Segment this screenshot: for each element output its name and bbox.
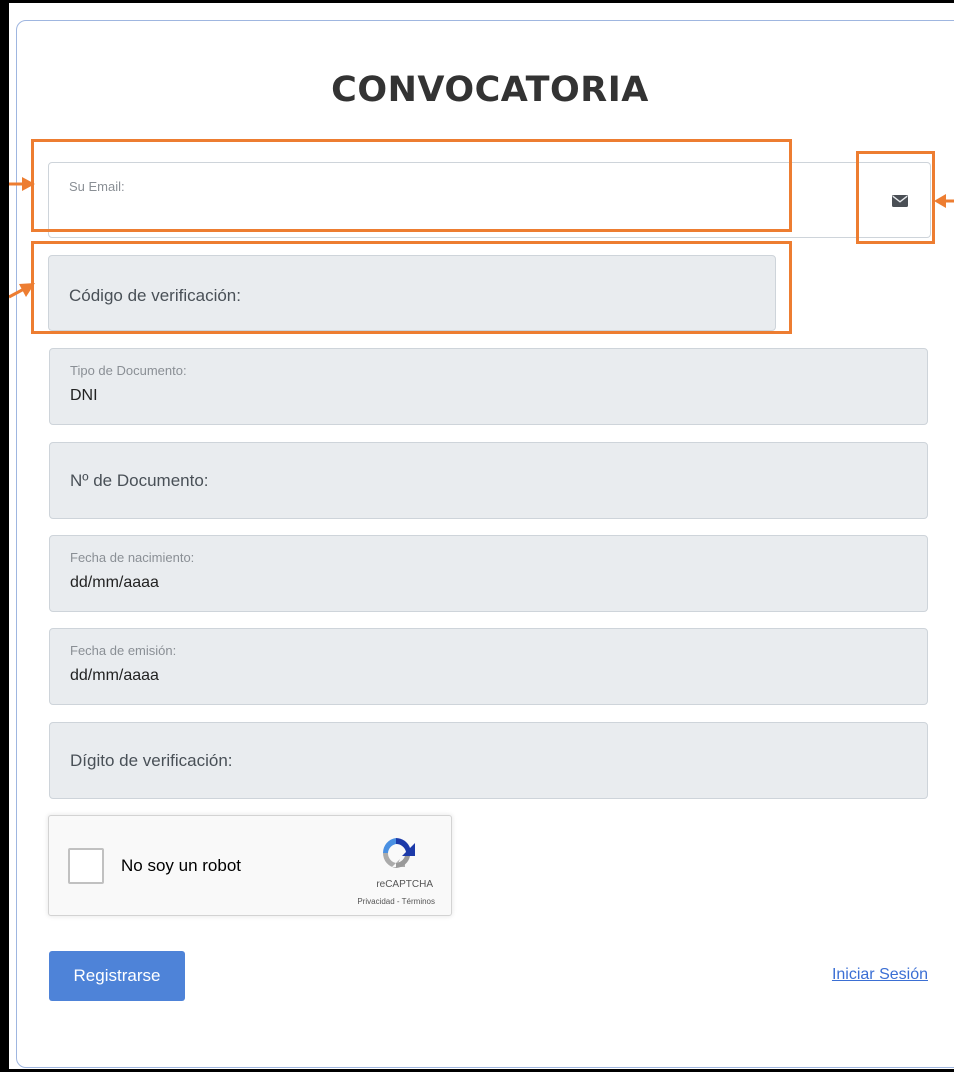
annotation-arrow-email-button <box>934 194 954 208</box>
document-type-select[interactable]: Tipo de Documento: DNI <box>49 348 928 425</box>
annotation-box-email <box>31 139 792 232</box>
annotation-box-verification-code <box>31 241 792 334</box>
screenshot-frame-left <box>0 0 9 1072</box>
recaptcha-checkbox[interactable] <box>68 848 104 884</box>
annotation-arrow-email <box>9 177 35 191</box>
page-title: CONVOCATORIA <box>331 70 649 110</box>
birth-date-value: dd/mm/aaaa <box>70 574 159 591</box>
recaptcha-label: No soy un robot <box>121 856 242 875</box>
annotation-box-email-button <box>856 151 935 244</box>
birth-date-label: Fecha de nacimiento: <box>70 550 195 565</box>
register-button[interactable]: Registrarse <box>49 951 185 1001</box>
issue-date-field[interactable]: Fecha de emisión: dd/mm/aaaa <box>49 628 928 705</box>
annotation-arrow-verification <box>9 283 35 299</box>
issue-date-label: Fecha de emisión: <box>70 643 177 658</box>
document-number-placeholder: Nº de Documento: <box>70 471 209 490</box>
document-type-value: DNI <box>70 387 98 404</box>
login-link[interactable]: Iniciar Sesión <box>832 966 928 984</box>
recaptcha-links[interactable]: Privacidad - Términos <box>357 897 435 906</box>
issue-date-value: dd/mm/aaaa <box>70 667 159 684</box>
screenshot-frame-top <box>0 0 954 3</box>
recaptcha-widget: No soy un robot reCAPTCHA Privacidad - T… <box>48 815 452 916</box>
birth-date-field[interactable]: Fecha de nacimiento: dd/mm/aaaa <box>49 535 928 612</box>
check-digit-placeholder: Dígito de verificación: <box>70 751 233 770</box>
check-digit-field[interactable]: Dígito de verificación: <box>49 722 928 799</box>
recaptcha-logo-icon <box>382 838 415 868</box>
document-number-field[interactable]: Nº de Documento: <box>49 442 928 519</box>
document-type-label: Tipo de Documento: <box>70 363 187 378</box>
recaptcha-brand: reCAPTCHA <box>376 879 433 890</box>
